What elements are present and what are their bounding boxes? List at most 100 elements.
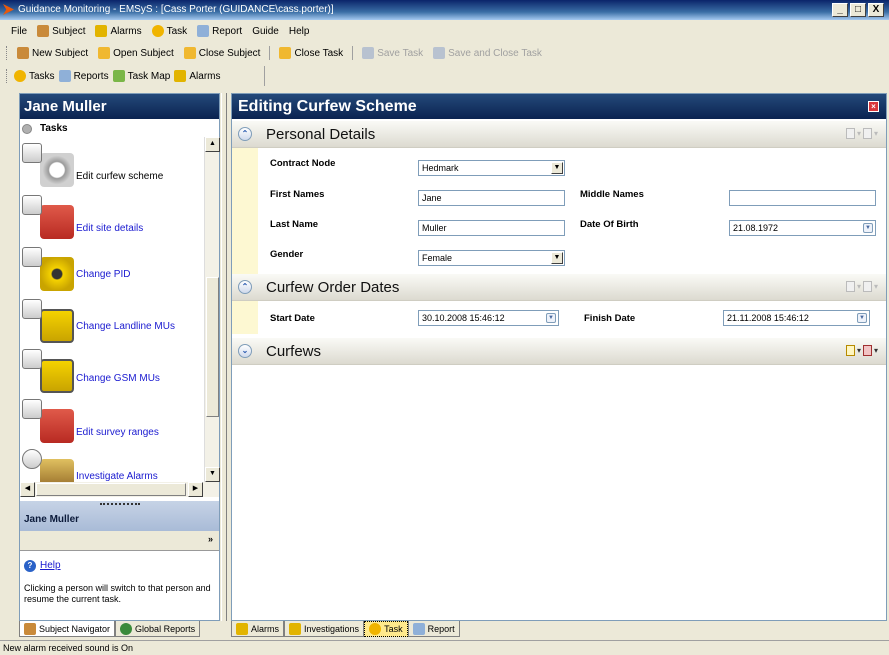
scroll-down-arrow-icon[interactable]: ▼ bbox=[205, 467, 220, 482]
personal-details-title: Personal Details bbox=[266, 126, 376, 143]
finish-date-value: 21.11.2008 15:46:12 bbox=[727, 313, 809, 323]
contract-node-select[interactable]: Hedmark ▼ bbox=[418, 160, 565, 176]
right-tab-strip: Alarms Investigations Task Report bbox=[231, 621, 460, 637]
first-names-label: First Names bbox=[270, 189, 325, 200]
task-edit-curfew-scheme[interactable]: Edit curfew scheme bbox=[22, 143, 204, 197]
save-close-task-label: Save and Close Task bbox=[448, 47, 542, 59]
task-label: Investigate Alarms bbox=[76, 471, 158, 482]
personal-details-section-header[interactable]: ⌃ Personal Details ▾ ▾ bbox=[232, 121, 886, 148]
task-list-horizontal-scrollbar[interactable]: ◀ ▶ bbox=[20, 482, 219, 497]
close-editor-icon[interactable]: × bbox=[868, 101, 879, 112]
alarms-view-button[interactable]: Alarms bbox=[172, 67, 222, 85]
delete-curfew-icon[interactable] bbox=[862, 345, 872, 356]
last-name-input[interactable]: Muller bbox=[418, 220, 565, 236]
new-item-icon[interactable] bbox=[845, 128, 855, 139]
tab-investigations[interactable]: Investigations bbox=[284, 621, 365, 637]
task-list-vertical-scrollbar[interactable]: ▲ ▼ bbox=[204, 137, 220, 482]
tab-alarms[interactable]: Alarms bbox=[231, 621, 285, 637]
menu-report[interactable]: Report bbox=[192, 22, 247, 40]
editor-pane: Editing Curfew Scheme × ⌃ Personal Detai… bbox=[231, 93, 887, 621]
curfews-section-header[interactable]: ⌄ Curfews ▾ ▾ bbox=[232, 338, 886, 365]
collapse-chevron-icon[interactable]: ⌃ bbox=[238, 127, 252, 141]
new-curfew-icon[interactable] bbox=[845, 345, 855, 356]
first-names-input[interactable]: Jane bbox=[418, 190, 565, 206]
expand-chevron-icon[interactable]: » bbox=[208, 534, 213, 544]
calendar-dropdown-icon[interactable]: ▼ bbox=[863, 223, 873, 233]
calendar-dropdown-icon[interactable]: ▼ bbox=[546, 313, 556, 323]
maximize-button[interactable]: □ bbox=[850, 3, 866, 17]
date-of-birth-picker[interactable]: 21.08.1972 ▼ bbox=[729, 220, 876, 236]
task-label: Edit curfew scheme bbox=[76, 171, 164, 182]
gender-select[interactable]: Female ▼ bbox=[418, 250, 565, 266]
device-icon bbox=[40, 257, 74, 291]
hscroll-thumb[interactable] bbox=[36, 483, 186, 496]
help-link[interactable]: Help bbox=[24, 560, 61, 571]
open-subject-label: Open Subject bbox=[113, 47, 174, 59]
survey-range-icon bbox=[40, 409, 74, 443]
scroll-thumb[interactable] bbox=[206, 277, 219, 417]
close-window-button[interactable]: X bbox=[868, 3, 884, 17]
window-title-bar[interactable]: Guidance Monitoring - EMSyS : [Cass Port… bbox=[0, 0, 889, 20]
reports-icon bbox=[58, 70, 71, 82]
expand-chevron-icon[interactable]: ⌄ bbox=[238, 344, 252, 358]
toolbar-grip[interactable] bbox=[6, 46, 9, 60]
tasks-view-button[interactable]: Tasks bbox=[12, 67, 57, 85]
save-task-button[interactable]: Save Task bbox=[357, 44, 428, 62]
investigate-icon bbox=[40, 459, 74, 482]
task-edit-survey-ranges[interactable]: Edit survey ranges bbox=[22, 399, 204, 453]
collapse-chevron-icon[interactable]: ⌃ bbox=[238, 280, 252, 294]
report-icon bbox=[412, 622, 425, 635]
curfew-order-dates-section-header[interactable]: ⌃ Curfew Order Dates ▾ ▾ bbox=[232, 274, 886, 301]
dropdown-arrow-icon[interactable]: ▼ bbox=[551, 162, 563, 174]
save-close-task-button[interactable]: Save and Close Task bbox=[428, 44, 547, 62]
tab-global-reports[interactable]: Global Reports bbox=[115, 621, 201, 637]
new-subject-button[interactable]: New Subject bbox=[12, 44, 93, 62]
tab-subject-navigator[interactable]: Subject Navigator bbox=[19, 621, 116, 637]
alarms-icon bbox=[236, 622, 248, 635]
pane-splitter[interactable] bbox=[221, 93, 227, 621]
dropdown-arrow-icon[interactable]: ▼ bbox=[551, 252, 563, 264]
delete-item-icon[interactable] bbox=[862, 281, 872, 292]
task-edit-site-details[interactable]: Edit site details bbox=[22, 195, 204, 249]
splitter-grip[interactable] bbox=[100, 503, 140, 505]
subject-panel-header[interactable]: Jane Muller bbox=[20, 501, 219, 531]
tab-report[interactable]: Report bbox=[407, 621, 460, 637]
app-icon bbox=[3, 4, 14, 15]
view-toolbar: Tasks Reports Task Map Alarms bbox=[0, 66, 265, 86]
start-date-picker[interactable]: 30.10.2008 15:46:12 ▼ bbox=[418, 310, 559, 326]
task-change-landline-mus[interactable]: Change Landline MUs bbox=[22, 299, 204, 353]
menu-file[interactable]: File bbox=[6, 22, 32, 40]
task-investigate-alarms[interactable]: Investigate Alarms bbox=[22, 449, 204, 482]
save-task-label: Save Task bbox=[377, 47, 424, 59]
tab-task[interactable]: Task bbox=[364, 621, 408, 637]
middle-names-input[interactable] bbox=[729, 190, 876, 206]
menu-guide[interactable]: Guide bbox=[247, 22, 284, 40]
task-change-pid[interactable]: Change PID bbox=[22, 247, 204, 301]
task-change-gsm-mus[interactable]: Change GSM MUs bbox=[22, 349, 204, 403]
menu-subject[interactable]: Subject bbox=[32, 22, 90, 40]
menu-task[interactable]: Task bbox=[147, 22, 193, 40]
close-task-button[interactable]: Close Task bbox=[274, 44, 348, 62]
open-subject-button[interactable]: Open Subject bbox=[93, 44, 179, 62]
finish-date-picker[interactable]: 21.11.2008 15:46:12 ▼ bbox=[723, 310, 870, 326]
task-map-view-button[interactable]: Task Map bbox=[111, 67, 173, 85]
scroll-left-arrow-icon[interactable]: ◀ bbox=[20, 482, 35, 497]
delete-item-icon[interactable] bbox=[862, 128, 872, 139]
scroll-up-arrow-icon[interactable]: ▲ bbox=[205, 137, 220, 152]
tasks-header[interactable]: Tasks bbox=[20, 121, 219, 137]
last-name-label: Last Name bbox=[270, 219, 319, 230]
back-icon[interactable] bbox=[22, 124, 32, 134]
section-stripe bbox=[232, 301, 258, 334]
menu-alarms[interactable]: Alarms bbox=[90, 22, 146, 40]
reports-view-button[interactable]: Reports bbox=[57, 67, 111, 85]
close-subject-button[interactable]: Close Subject bbox=[179, 44, 266, 62]
calendar-dropdown-icon[interactable]: ▼ bbox=[857, 313, 867, 323]
minimize-button[interactable]: _ bbox=[832, 3, 848, 17]
report-icon bbox=[197, 25, 210, 37]
reports-view-label: Reports bbox=[73, 70, 109, 82]
new-item-icon[interactable] bbox=[845, 281, 855, 292]
personal-details-body: Contract Node Hedmark ▼ First Names Jane … bbox=[232, 148, 886, 274]
menu-help[interactable]: Help bbox=[284, 22, 315, 40]
scroll-right-arrow-icon[interactable]: ▶ bbox=[188, 482, 203, 497]
toolbar-grip[interactable] bbox=[6, 69, 9, 83]
